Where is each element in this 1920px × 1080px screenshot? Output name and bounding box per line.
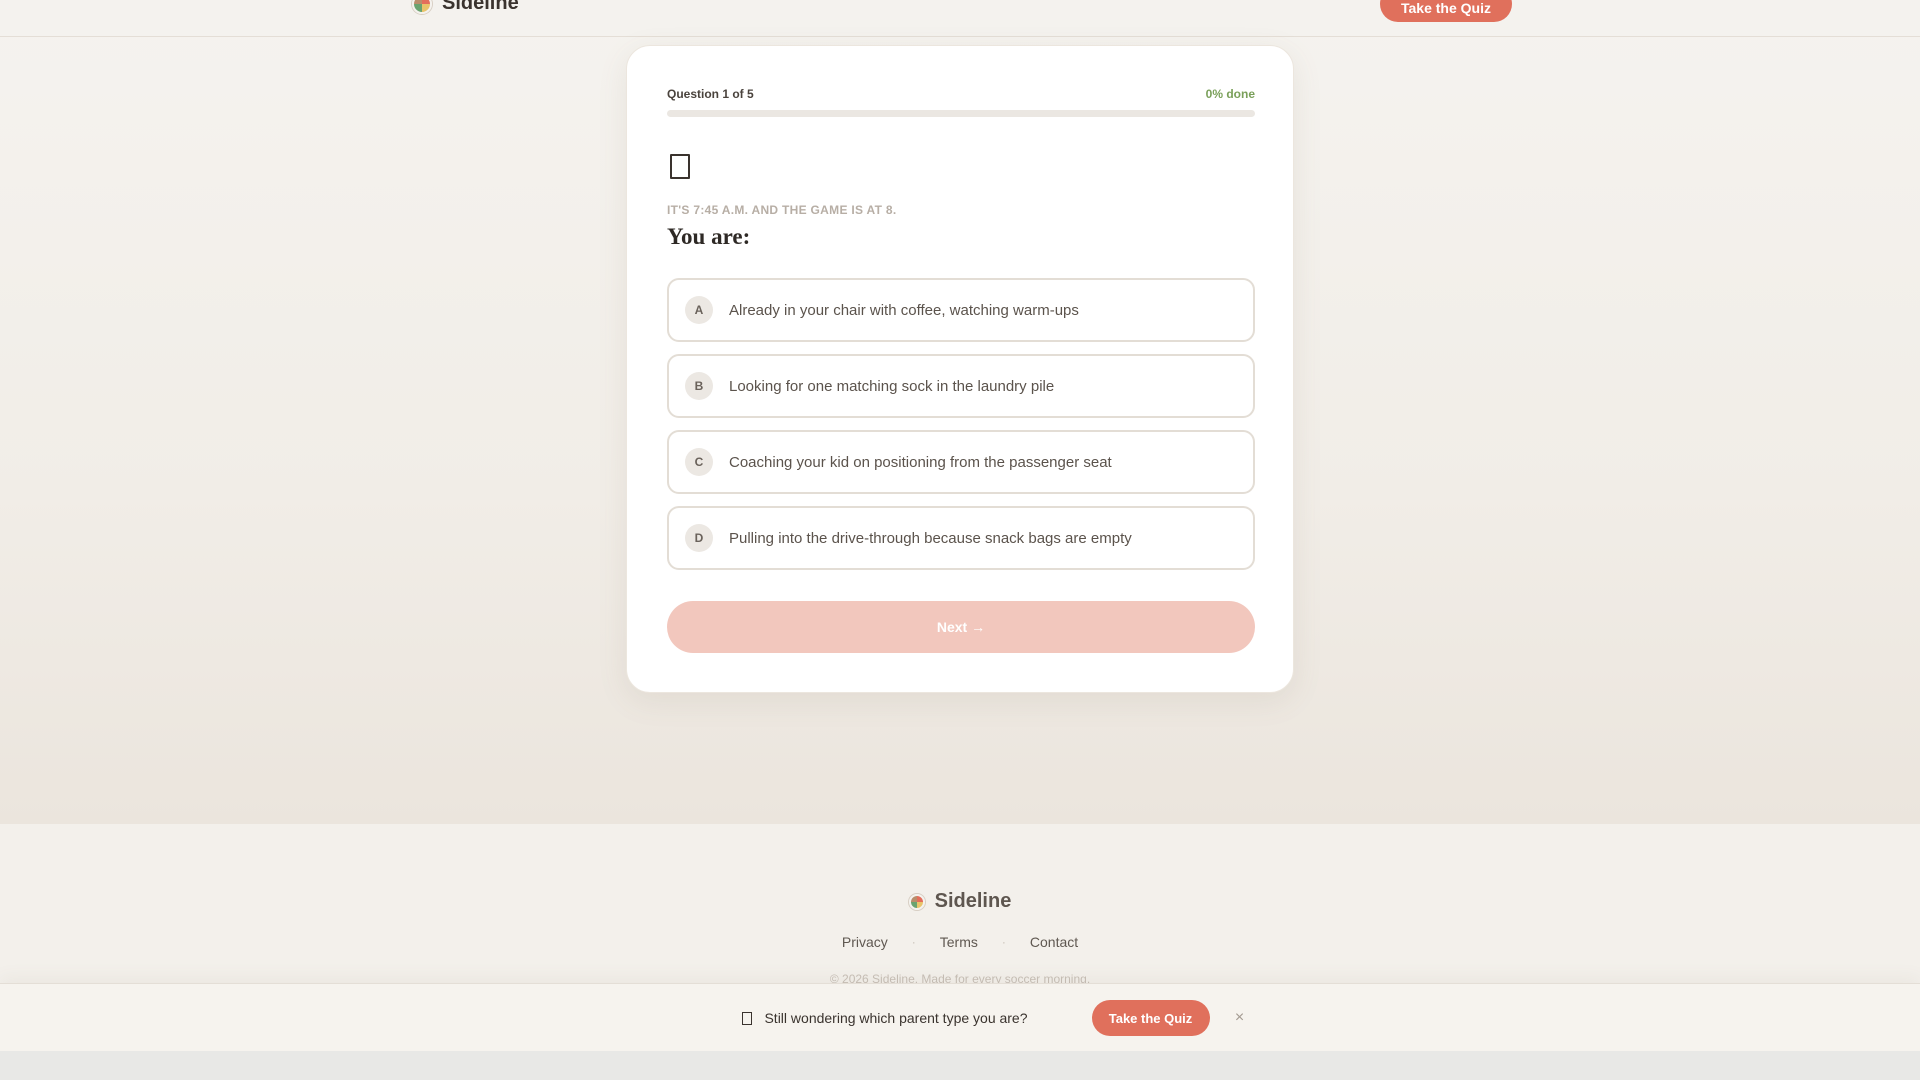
close-icon[interactable]: × xyxy=(1228,1009,1252,1027)
question-kicker: IT'S 7:45 A.M. AND THE GAME IS AT 8. xyxy=(667,203,897,217)
footer-link-contact[interactable]: Contact xyxy=(1030,934,1078,950)
answer-options: A Already in your chair with coffee, wat… xyxy=(667,278,1255,582)
footer-link-privacy[interactable]: Privacy xyxy=(842,934,888,950)
brand-name: Sideline xyxy=(442,0,519,14)
option-text: Looking for one matching sock in the lau… xyxy=(729,377,1055,395)
answer-option-a[interactable]: A Already in your chair with coffee, wat… xyxy=(667,278,1255,342)
footer-separator: · xyxy=(911,935,916,949)
progress-label: 0% done xyxy=(1205,87,1255,101)
answer-option-d[interactable]: D Pulling into the drive-through because… xyxy=(667,506,1255,570)
question-counter: Question 1 of 5 xyxy=(667,87,754,101)
top-navigation-bar: Sideline Take the Quiz xyxy=(0,0,1920,37)
viewport-bottom-strip xyxy=(0,1051,1920,1080)
banner-content: Still wondering which parent type you ar… xyxy=(0,1000,1920,1036)
option-letter-badge: C xyxy=(685,448,713,476)
site-footer: Sideline Privacy · Terms · Contact © 202… xyxy=(0,824,1920,986)
answer-option-c[interactable]: C Coaching your kid on positioning from … xyxy=(667,430,1255,494)
banner-take-quiz-button[interactable]: Take the Quiz xyxy=(1091,1000,1210,1036)
option-text: Already in your chair with coffee, watch… xyxy=(729,301,1079,319)
option-letter-badge: D xyxy=(685,524,713,552)
banner-text: Still wondering which parent type you ar… xyxy=(764,1010,1028,1026)
soccer-ball-logo-icon xyxy=(412,0,432,14)
answer-option-b[interactable]: B Looking for one matching sock in the l… xyxy=(667,354,1255,418)
take-quiz-button[interactable]: Take the Quiz xyxy=(1380,0,1512,22)
question-prompt: You are: xyxy=(667,224,751,249)
sticky-quiz-banner: Still wondering which parent type you ar… xyxy=(0,983,1920,1051)
progress-bar xyxy=(667,110,1255,117)
quiz-card: Question 1 of 5 0% done IT'S 7:45 A.M. A… xyxy=(626,45,1294,693)
next-button[interactable]: Next → xyxy=(667,601,1255,653)
soccer-ball-logo-icon xyxy=(908,893,925,910)
card-icon xyxy=(742,1011,753,1025)
card-icon xyxy=(670,154,690,179)
option-text: Pulling into the drive-through because s… xyxy=(729,529,1132,547)
option-letter-badge: A xyxy=(685,296,713,324)
footer-separator: · xyxy=(1001,935,1006,949)
option-letter-badge: B xyxy=(685,372,713,400)
brand[interactable]: Sideline xyxy=(412,0,519,15)
footer-link-terms[interactable]: Terms xyxy=(940,934,978,950)
footer-links: Privacy · Terms · Contact xyxy=(0,934,1920,950)
option-text: Coaching your kid on positioning from th… xyxy=(729,453,1112,471)
progress-row: Question 1 of 5 0% done xyxy=(667,87,1255,101)
footer-brand[interactable]: Sideline xyxy=(0,890,1920,913)
footer-brand-name: Sideline xyxy=(934,890,1012,912)
